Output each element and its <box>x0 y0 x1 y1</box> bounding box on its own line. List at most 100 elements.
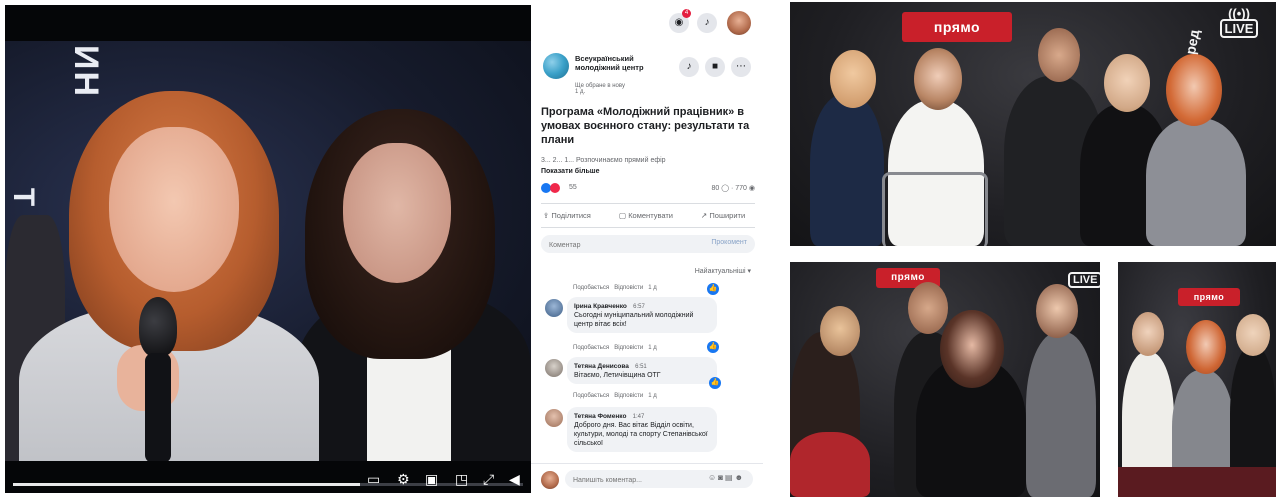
comment-like-icon: 👍 <box>707 341 719 353</box>
reshare-label: Поширити <box>709 211 746 220</box>
commenter-name[interactable]: Тетяна Денисова <box>574 363 629 370</box>
share-icon: ⇪ <box>543 211 550 220</box>
settings-gear-icon[interactable]: ⚙ <box>397 471 410 487</box>
comment-bubble: Тетяна Фоменко 1:47 Доброго дня. Вас віт… <box>567 407 717 452</box>
post-snippet: 3... 2... 1... Розпочинаємо прямий ефір <box>541 157 666 164</box>
subtitles-icon[interactable]: ▭ <box>367 471 380 487</box>
page-name[interactable]: Всеукраїнський молодіжний центр <box>575 54 675 72</box>
reshare-icon: ↗ <box>701 211 708 220</box>
comment-like-icon: 👍 <box>709 377 721 389</box>
post-time[interactable]: 1 д. <box>575 89 585 95</box>
comment-icon: ▢ <box>619 211 627 220</box>
commenter-avatar[interactable] <box>545 409 563 427</box>
person-e-head <box>1132 312 1164 356</box>
comment-actions-row: Подобається Відповісти 1 д <box>573 393 657 399</box>
like-comment-link[interactable]: Подобається <box>573 393 609 399</box>
person-5-body <box>1146 118 1246 246</box>
fullscreen-icon[interactable]: ⤢ <box>483 471 494 487</box>
comment-like-icon: 👍 <box>707 283 719 295</box>
pip-icon[interactable]: ◳ <box>455 471 468 487</box>
like-comment-link[interactable]: Подобається <box>573 345 609 351</box>
live-logo: LIVE <box>1068 272 1100 288</box>
comment-age: 1 д <box>648 285 657 291</box>
bell-follow-icon[interactable]: ♪ <box>679 57 699 77</box>
share-button[interactable]: ⇪ Поділитися <box>543 211 591 220</box>
video-controls-bar <box>5 461 531 493</box>
person-1-body <box>810 94 884 246</box>
commenter-avatar[interactable] <box>545 359 563 377</box>
video-call-screenshot: ИН Т ▭ ⚙ ▣ ◳ ⤢ ◀ ◉ 4 ♪ Всеукраїнський мо… <box>5 5 763 493</box>
person-d-body <box>1026 332 1096 497</box>
video-progress-fill <box>13 483 360 486</box>
message-icon[interactable]: ■ <box>705 57 725 77</box>
camera-icon[interactable]: ◙ <box>718 473 725 482</box>
comment-time: 6:57 <box>633 304 645 310</box>
profile-avatar[interactable] <box>727 11 751 35</box>
share-label: Поділитися <box>551 211 591 220</box>
person-red-shirt <box>790 432 870 497</box>
wall-lettering-top: ИН <box>67 45 105 98</box>
reactions-count[interactable]: 55 <box>569 184 577 191</box>
comment-button[interactable]: ▢ Коментувати <box>619 211 673 220</box>
sticker-icon[interactable]: ☻ <box>735 473 745 482</box>
panel-photo-bottom-right: прямо <box>1118 262 1276 497</box>
red-seats <box>1118 467 1276 497</box>
microphone-icon <box>139 297 177 357</box>
like-comment-link[interactable]: Подобається <box>573 285 609 291</box>
commenter-avatar[interactable] <box>545 299 563 317</box>
chair <box>882 172 988 246</box>
comment-input[interactable] <box>547 237 691 253</box>
gif-icon[interactable]: ▤ <box>725 473 735 482</box>
comment-input-wrapper: Прокомент <box>541 235 755 253</box>
commenter-name[interactable]: Ірина Кравченко <box>574 303 627 310</box>
publish-comment-button[interactable]: Прокомент <box>711 239 747 246</box>
person-3-head <box>1038 28 1080 82</box>
miniplayer-icon[interactable]: ▣ <box>425 471 438 487</box>
comment-age: 1 д <box>648 393 657 399</box>
see-more-link[interactable]: Показати більше <box>541 168 600 175</box>
page-subtitle: Ще обране в нову 1 д. <box>575 83 625 95</box>
comment-bubble: Ірина Кравченко 6:57 Сьогодні муніципаль… <box>567 297 717 333</box>
notifications-bell-icon[interactable]: ♪ <box>697 13 717 33</box>
pryamo-logo-badge: прямо <box>1178 288 1240 306</box>
volume-icon[interactable]: ◀ <box>509 471 520 487</box>
emoji-icon[interactable]: ☺ <box>708 473 718 482</box>
comment-label: Коментувати <box>628 211 673 220</box>
comment-sort-dropdown[interactable]: Найактуальніші ▾ <box>695 267 751 275</box>
live-label: LIVE <box>1219 19 1259 38</box>
person-1-head <box>830 50 876 108</box>
person-c-head <box>940 310 1004 388</box>
person-f-head <box>1186 320 1226 374</box>
live-logo: ((•)) LIVE <box>1214 6 1264 38</box>
facebook-top-bar: ◉ 4 ♪ <box>531 5 763 41</box>
more-options-icon[interactable]: ⋯ <box>731 57 751 77</box>
comment-time: 6:51 <box>635 364 647 370</box>
panel-photo-bottom-left: прямо LIVE <box>790 262 1100 497</box>
comment-bubble: Тетяна Денисова 6:51 Вітаємо, Летичівщин… <box>567 357 717 384</box>
messenger-badge: 4 <box>682 9 691 18</box>
love-reaction-icon <box>550 183 560 193</box>
pryamo-logo-badge: прямо <box>902 12 1012 42</box>
page-logo-icon[interactable] <box>543 53 569 79</box>
comment-text: Вітаємо, Летичівщина ОТГ <box>574 372 661 379</box>
video-player[interactable]: ИН Т ▭ ⚙ ▣ ◳ ⤢ ◀ <box>5 5 531 493</box>
video-top-bar <box>5 5 531 41</box>
video-progress-bar[interactable] <box>13 483 523 486</box>
divider <box>541 203 755 204</box>
person-b-head <box>908 282 948 334</box>
reply-comment-link[interactable]: Відповісти <box>614 285 643 291</box>
wall-lettering-left: Т <box>7 187 41 209</box>
panel-photo-top: прямо ((•)) LIVE перед <box>790 2 1276 246</box>
woman-dark-hair-face <box>343 143 451 283</box>
person-d-head <box>1036 284 1078 338</box>
reshare-button[interactable]: ↗ Поширити <box>701 211 745 220</box>
reply-comment-link[interactable]: Відповісти <box>614 393 643 399</box>
comments-views-count[interactable]: 80 ◯ · 770 ◉ <box>711 184 755 192</box>
reply-comment-link[interactable]: Відповісти <box>614 345 643 351</box>
write-comment-input[interactable] <box>571 472 675 488</box>
reactions-row: 55 80 ◯ · 770 ◉ <box>541 182 755 196</box>
person-g-head <box>1236 314 1270 356</box>
comment-actions-row: Подобається Відповісти 1 д <box>573 345 657 351</box>
commenter-name[interactable]: Тетяна Фоменко <box>574 413 626 420</box>
comment-composer: ☺◙▤☻ <box>531 463 763 493</box>
